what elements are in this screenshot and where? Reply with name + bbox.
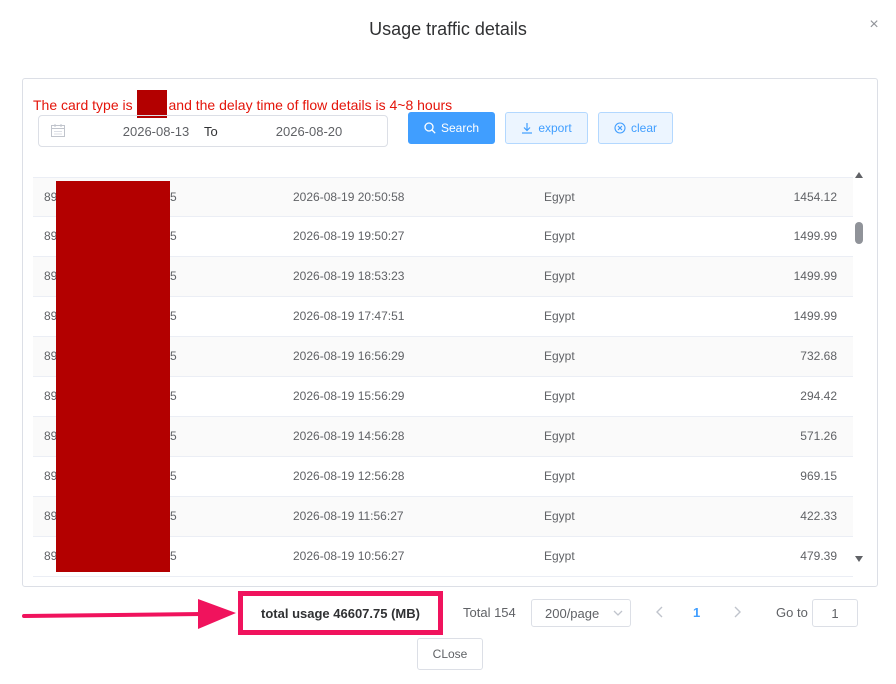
scroll-up-icon[interactable] xyxy=(854,170,864,180)
time-cell: 2026-08-19 10:56:27 xyxy=(293,549,405,563)
country-cell: Egypt xyxy=(544,269,575,283)
chevron-left-icon[interactable] xyxy=(654,606,666,618)
scrollbar-thumb[interactable] xyxy=(855,222,863,244)
iccid-tail: 5 xyxy=(170,549,177,563)
page-number-current[interactable]: 1 xyxy=(693,605,700,620)
dialog-title: Usage traffic details xyxy=(369,19,527,39)
close-label: CLose xyxy=(432,647,468,661)
page-size-value: 200/page xyxy=(545,606,600,621)
country-cell: Egypt xyxy=(544,309,575,323)
iccid-tail: 5 xyxy=(170,469,177,483)
chevron-right-icon[interactable] xyxy=(731,606,743,618)
notice-suffix: and the delay time of flow details is 4~… xyxy=(168,97,453,113)
goto-page-input[interactable] xyxy=(812,599,858,627)
iccid-tail: 5 xyxy=(170,229,177,243)
goto-label: Go to xyxy=(776,605,808,620)
time-cell: 2026-08-19 16:56:29 xyxy=(293,349,405,363)
usage-cell: 479.39 xyxy=(800,549,837,563)
country-cell: Egypt xyxy=(544,349,575,363)
chevron-down-icon xyxy=(613,610,623,616)
redacted-iccid-block xyxy=(56,181,170,572)
download-icon xyxy=(522,123,533,134)
usage-cell: 1499.99 xyxy=(793,229,837,243)
usage-cell: 422.33 xyxy=(800,509,837,523)
usage-cell: 732.68 xyxy=(800,349,837,363)
date-range-picker[interactable]: 2026-08-13 To 2026-08-20 xyxy=(38,115,388,147)
circle-close-icon xyxy=(614,122,626,134)
iccid-tail: 5 xyxy=(170,389,177,403)
start-date-input[interactable]: 2026-08-13 xyxy=(101,124,211,139)
country-cell: Egypt xyxy=(544,229,575,243)
time-cell: 2026-08-19 12:56:28 xyxy=(293,469,405,483)
page-size-select[interactable]: 200/page xyxy=(531,599,631,627)
time-cell: 2026-08-19 15:56:29 xyxy=(293,389,405,403)
time-cell: 2026-08-19 17:47:51 xyxy=(293,309,405,323)
clear-label: clear xyxy=(630,121,657,135)
iccid-tail: 5 xyxy=(170,349,177,363)
usage-cell: 969.15 xyxy=(800,469,837,483)
total-usage-highlight: total usage 46607.75 (MB) xyxy=(238,591,443,635)
time-cell: 2026-08-19 19:50:27 xyxy=(293,229,405,243)
range-separator: To xyxy=(204,124,218,139)
time-cell: 2026-08-19 14:56:28 xyxy=(293,429,405,443)
time-cell: 2026-08-19 20:50:58 xyxy=(293,190,405,204)
time-cell: 2026-08-19 18:53:23 xyxy=(293,269,405,283)
iccid-tail: 5 xyxy=(170,509,177,523)
end-date-input[interactable]: 2026-08-20 xyxy=(254,124,364,139)
iccid-tail: 5 xyxy=(170,429,177,443)
country-cell: Egypt xyxy=(544,389,575,403)
clear-button[interactable]: clear xyxy=(598,112,673,144)
notice-prefix: The card type is xyxy=(33,97,133,113)
country-cell: Egypt xyxy=(544,469,575,483)
export-label: export xyxy=(538,121,572,135)
redacted-card-type xyxy=(136,90,167,118)
country-cell: Egypt xyxy=(544,509,575,523)
usage-cell: 1454.12 xyxy=(793,190,837,204)
arrow-annotation-icon xyxy=(22,599,236,629)
usage-cell: 1499.99 xyxy=(793,269,837,283)
iccid-tail: 5 xyxy=(170,269,177,283)
total-count: Total 154 xyxy=(463,605,516,620)
country-cell: Egypt xyxy=(544,190,575,204)
close-button[interactable]: CLose xyxy=(417,638,483,670)
scroll-down-icon[interactable] xyxy=(854,554,864,564)
search-button[interactable]: Search xyxy=(408,112,495,144)
time-cell: 2026-08-19 11:56:27 xyxy=(293,509,404,523)
search-icon xyxy=(424,122,436,134)
search-label: Search xyxy=(440,121,480,135)
usage-cell: 1499.99 xyxy=(793,309,837,323)
calendar-icon xyxy=(51,124,65,137)
iccid-tail: 5 xyxy=(170,190,177,204)
usage-cell: 294.42 xyxy=(800,389,837,403)
export-button[interactable]: export xyxy=(505,112,588,144)
usage-cell: 571.26 xyxy=(800,429,837,443)
country-cell: Egypt xyxy=(544,549,575,563)
close-icon[interactable]: × xyxy=(866,17,882,33)
total-usage-text: total usage 46607.75 (MB) xyxy=(261,605,420,621)
iccid-tail: 5 xyxy=(170,309,177,323)
country-cell: Egypt xyxy=(544,429,575,443)
card-type-notice: The card type is and the delay time of f… xyxy=(33,90,452,118)
